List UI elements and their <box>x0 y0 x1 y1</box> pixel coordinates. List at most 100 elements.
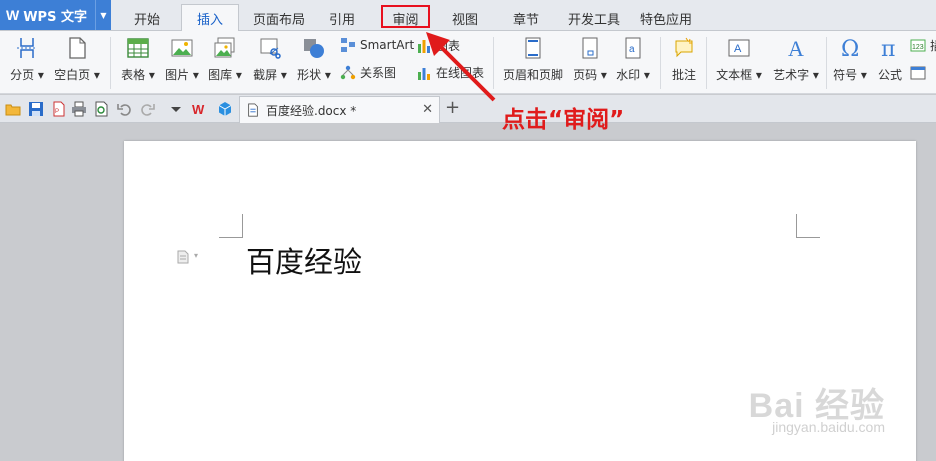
document-body-text[interactable]: 百度经验 <box>246 239 362 281</box>
page-number-label: 页码 <box>573 68 598 82</box>
wps-w-icon[interactable]: W <box>191 101 207 117</box>
watermark-url: jingyan.baidu.com <box>772 419 885 435</box>
menu-bar: W WPS 文字 ▼ 开始 插入 页面布局 引用 审阅 视图 章节 开发工具 特… <box>0 0 936 32</box>
wordart-label: 艺术字 <box>773 68 810 82</box>
page-number-button[interactable]: 页码 ▾ <box>571 31 609 83</box>
print-icon[interactable] <box>71 101 87 117</box>
page-break-icon <box>17 38 37 58</box>
formula-button[interactable]: π 公式 <box>874 31 906 83</box>
number-icon: 123 <box>910 39 926 51</box>
number-insert-label: 插 <box>930 37 936 54</box>
smartart-button[interactable]: SmartArt <box>340 37 414 53</box>
annotation-arrow-icon <box>426 32 496 102</box>
document-tab[interactable]: 百度经验.docx * ✕ <box>239 96 440 123</box>
tab-insert[interactable]: 插入 <box>181 4 239 32</box>
page-break-button[interactable]: 分页 ▾ <box>8 31 46 83</box>
page-number-icon <box>582 37 598 59</box>
svg-text:123: 123 <box>912 44 924 51</box>
wordart-button[interactable]: A 艺术字 ▾ <box>770 31 822 83</box>
textbox-label: 文本框 <box>716 68 753 82</box>
svg-text:π: π <box>881 37 895 60</box>
gallery-button[interactable]: 图库 ▾ <box>206 31 244 83</box>
shapes-button[interactable]: 形状 ▾ <box>294 31 334 83</box>
table-button[interactable]: 表格 ▾ <box>118 31 158 83</box>
symbol-label: 符号 <box>833 68 858 82</box>
symbol-button[interactable]: Ω 符号 ▾ <box>832 31 868 83</box>
chevron-down-icon[interactable]: ▼ <box>95 0 111 30</box>
review-tab-highlight <box>381 5 430 28</box>
pi-icon: π <box>881 37 895 60</box>
smartart-label: SmartArt <box>360 38 415 52</box>
omega-icon: Ω <box>841 37 859 60</box>
smartart-icon <box>341 38 355 52</box>
screenshot-label: 截屏 <box>253 68 278 82</box>
chevron-down-icon[interactable]: ▾ <box>194 251 198 260</box>
save-icon[interactable] <box>28 101 44 117</box>
watermark-button[interactable]: a 水印 ▾ <box>614 31 652 83</box>
tab-chapter[interactable]: 章节 <box>503 5 549 31</box>
shapes-icon <box>304 39 324 58</box>
number-insert-button[interactable]: 123 插 <box>910 37 936 54</box>
formula-label: 公式 <box>877 68 902 82</box>
comment-label: 批注 <box>671 68 696 82</box>
wps-logo-icon: W <box>6 7 20 23</box>
comment-button[interactable]: 批注 <box>668 31 700 83</box>
screenshot-button[interactable]: 截屏 ▾ <box>250 31 290 83</box>
app-menu-button[interactable]: W WPS 文字 ▼ <box>0 0 111 30</box>
comment-icon <box>675 37 693 58</box>
picture-icon <box>171 39 193 57</box>
watermark-icon: a <box>625 37 641 59</box>
tab-view[interactable]: 视图 <box>442 5 488 31</box>
redo-icon[interactable] <box>139 101 155 117</box>
tab-references[interactable]: 引用 <box>321 5 363 31</box>
divider <box>826 37 827 89</box>
annotation-text: 点击“审阅” <box>502 107 625 133</box>
calendar-icon <box>910 66 926 80</box>
chevron-down-icon[interactable] <box>168 101 184 117</box>
wordart-icon: A <box>788 36 804 60</box>
picture-label: 图片 <box>165 68 190 82</box>
print-preview-icon[interactable] <box>93 101 109 117</box>
header-footer-icon <box>525 37 541 59</box>
divider <box>110 37 111 89</box>
svg-text:Ω: Ω <box>841 37 859 60</box>
watermark-label: 水印 <box>616 68 641 82</box>
svg-text:A: A <box>788 36 804 60</box>
export-pdf-icon[interactable]: P <box>51 101 67 117</box>
textbox-icon: A <box>728 39 750 57</box>
undo-icon[interactable] <box>117 101 133 117</box>
document-page[interactable]: ▾ 百度经验 Bai 经验 jingyan.baidu.com <box>124 141 916 461</box>
blank-page-icon <box>69 37 86 59</box>
svg-text:W: W <box>192 102 205 117</box>
blank-page-button[interactable]: 空白页 ▾ <box>52 31 102 83</box>
shapes-label: 形状 <box>297 68 322 82</box>
table-icon <box>127 38 149 58</box>
svg-text:A: A <box>734 43 742 55</box>
divider <box>706 37 707 89</box>
date-insert-button[interactable] <box>910 64 930 80</box>
tab-developer-tools[interactable]: 开发工具 <box>561 5 627 31</box>
header-footer-label: 页眉和页脚 <box>502 68 563 82</box>
svg-text:P: P <box>55 109 59 115</box>
tab-page-layout[interactable]: 页面布局 <box>247 5 311 31</box>
table-label: 表格 <box>121 68 146 82</box>
textbox-button[interactable]: A 文本框 ▾ <box>714 31 764 83</box>
paragraph-layout-icon[interactable] <box>177 250 189 264</box>
tab-start[interactable]: 开始 <box>124 5 170 31</box>
blank-page-label: 空白页 <box>54 68 91 82</box>
tab-special-apps[interactable]: 特色应用 <box>636 5 696 31</box>
relation-chart-button[interactable]: 关系图 <box>340 64 396 81</box>
document-icon <box>248 103 258 117</box>
relation-chart-label: 关系图 <box>360 66 397 80</box>
divider <box>660 37 661 89</box>
app-name: WPS 文字 <box>23 9 87 25</box>
relation-chart-icon <box>340 65 356 79</box>
scissors-icon <box>260 38 281 59</box>
cloud-doc-icon[interactable] <box>217 101 233 117</box>
margin-corner-top-right <box>796 214 820 238</box>
gallery-label: 图库 <box>208 68 233 82</box>
picture-button[interactable]: 图片 ▾ <box>163 31 201 83</box>
margin-corner-top-left <box>219 214 243 238</box>
svg-text:a: a <box>629 44 635 55</box>
open-folder-icon[interactable] <box>5 101 21 117</box>
